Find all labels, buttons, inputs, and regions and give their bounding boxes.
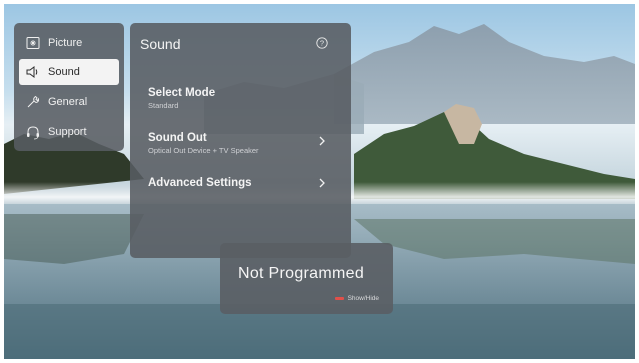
setting-advanced-settings[interactable]: Advanced Settings [148, 177, 338, 189]
chevron-right-icon [319, 136, 325, 146]
setting-label: Advanced Settings [148, 177, 252, 189]
hint-label: Show/Hide [347, 295, 379, 302]
panel-title: Sound [140, 36, 181, 52]
speaker-icon [25, 64, 41, 80]
menu-item-picture[interactable]: Picture [19, 30, 119, 56]
menu-item-label: Support [48, 126, 87, 138]
settings-category-menu: Picture Sound General Support [14, 23, 124, 151]
setting-select-mode[interactable]: Select Mode Standard [148, 87, 338, 110]
menu-item-support[interactable]: Support [19, 119, 119, 145]
not-programmed-card: Not Programmed Show/Hide [220, 243, 393, 314]
svg-text:?: ? [320, 39, 324, 48]
menu-item-label: Picture [48, 37, 83, 49]
show-hide-hint[interactable]: Show/Hide [334, 295, 379, 302]
setting-sound-out[interactable]: Sound Out Optical Out Device + TV Speake… [148, 132, 338, 155]
setting-value: Standard [148, 101, 179, 110]
status-message: Not Programmed [238, 265, 365, 282]
sound-settings-panel: Sound ? Select Mode Standard Sound Out O… [130, 23, 351, 258]
chevron-right-icon [319, 178, 325, 188]
setting-label: Sound Out [148, 132, 207, 144]
headset-icon [25, 124, 41, 140]
menu-item-general[interactable]: General [19, 89, 119, 115]
red-button-icon [334, 297, 344, 300]
question-icon[interactable]: ? [316, 37, 328, 49]
menu-item-sound[interactable]: Sound [19, 59, 119, 85]
picture-icon [25, 35, 41, 51]
wrench-icon [25, 94, 41, 110]
tv-screen: Picture Sound General Support Sound ? Se… [4, 4, 635, 359]
setting-label: Select Mode [148, 87, 216, 99]
menu-item-label: General [48, 96, 88, 108]
setting-value: Optical Out Device + TV Speaker [148, 146, 259, 155]
menu-item-label: Sound [48, 66, 80, 78]
